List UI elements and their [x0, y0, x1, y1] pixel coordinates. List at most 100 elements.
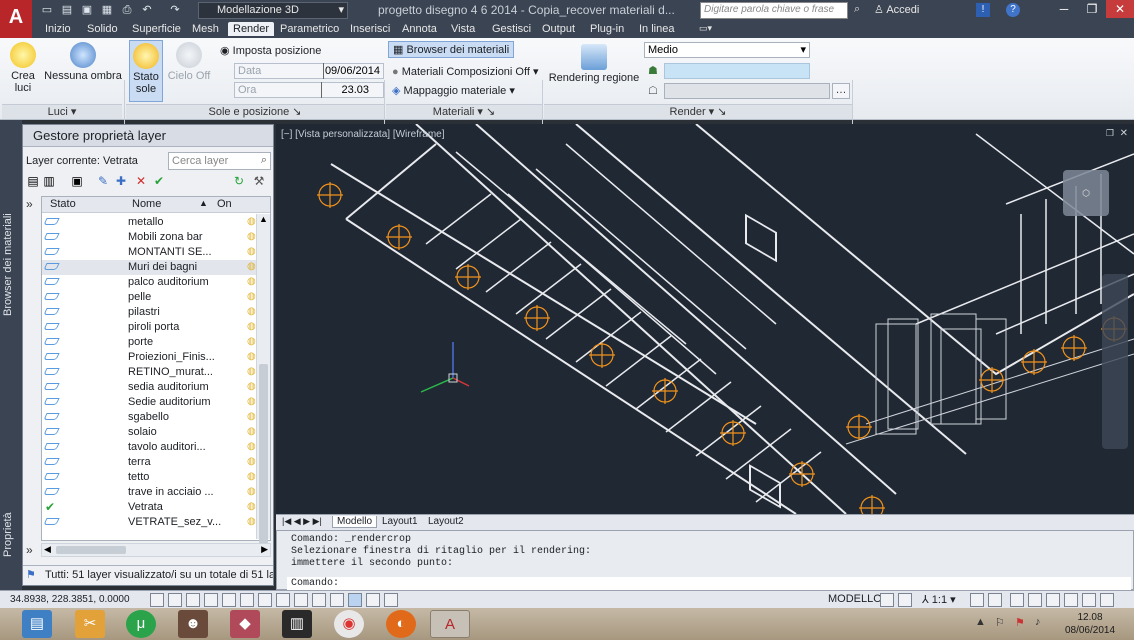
light-bulb-icon[interactable]: ◍	[247, 396, 256, 407]
tab-inizio[interactable]: Inizio	[40, 22, 76, 36]
login-link[interactable]: ♙ Accedi	[874, 3, 919, 16]
new-vp-layer-icon[interactable]: ✚	[114, 174, 128, 188]
layer-state-icon[interactable]	[43, 293, 60, 300]
layer-state-icon[interactable]	[43, 263, 60, 270]
3d-osnap-icon[interactable]	[240, 593, 254, 607]
layer-row[interactable]: terra ◍	[42, 455, 256, 470]
workspace-dropdown[interactable]: Modellazione 3D ▾	[198, 2, 348, 19]
time-slider[interactable]: Ora 23.03	[234, 82, 384, 98]
tray-volume-icon[interactable]: ♪	[1035, 616, 1041, 628]
layer-filter-icon[interactable]: ▥	[42, 174, 56, 188]
light-bulb-icon[interactable]: ◍	[247, 456, 256, 467]
tab-parametrico[interactable]: Parametrico	[275, 22, 344, 36]
sun-location-panel-title[interactable]: Sole e posizione ↘	[126, 104, 384, 119]
restore-button[interactable]: ❐	[1078, 0, 1106, 18]
layer-state-icon[interactable]	[43, 518, 60, 525]
render-region-button[interactable]: Rendering regione	[548, 44, 640, 84]
tab-in-linea[interactable]: In linea	[634, 22, 679, 36]
light-bulb-icon[interactable]: ◍	[247, 366, 256, 377]
render-panel-title[interactable]: Render ▾ ↘	[544, 104, 852, 119]
light-bulb-icon[interactable]: ◍	[247, 486, 256, 497]
tab-inserisci[interactable]: Inserisci	[345, 22, 395, 36]
ducs-icon[interactable]	[276, 593, 290, 607]
ribbon-options-icon[interactable]: ▭▾	[694, 22, 717, 35]
layer-state-icon[interactable]	[43, 473, 60, 480]
layer-state-icon[interactable]	[43, 248, 60, 255]
scrollbar-thumb[interactable]	[259, 364, 268, 544]
workspace-switch-icon[interactable]	[1010, 593, 1024, 607]
command-input[interactable]: Comando:	[287, 577, 1131, 590]
quick-view-layouts-icon[interactable]	[880, 593, 894, 607]
current-layer-check-icon[interactable]: ✔	[45, 500, 55, 514]
layer-row[interactable]: ✔ Vetrata ◍	[42, 500, 256, 515]
layer-state-icon[interactable]	[43, 458, 60, 465]
layer-state-icon[interactable]	[43, 353, 60, 360]
grid-icon[interactable]	[168, 593, 182, 607]
snap-icon[interactable]	[150, 593, 164, 607]
polar-icon[interactable]	[204, 593, 218, 607]
layer-row[interactable]: piroli porta ◍	[42, 320, 256, 335]
light-bulb-icon[interactable]: ◍	[247, 261, 256, 272]
column-on[interactable]: On	[217, 198, 232, 210]
light-bulb-icon[interactable]: ◍	[247, 231, 256, 242]
layer-state-icon[interactable]	[43, 443, 60, 450]
layer-row[interactable]: porte ◍	[42, 335, 256, 350]
column-state[interactable]: Stato	[50, 198, 76, 210]
tab-modello[interactable]: Modello	[332, 516, 378, 528]
utorrent-icon[interactable]: μ	[126, 610, 156, 638]
tab-plugin[interactable]: Plug-in	[585, 22, 629, 36]
light-bulb-icon[interactable]: ◍	[247, 426, 256, 437]
annotation-monitor-icon[interactable]	[384, 593, 398, 607]
viewport-controls-label[interactable]: [−] [Vista personalizzata] [Wireframe]	[281, 129, 445, 140]
close-button[interactable]: ✕	[1106, 0, 1134, 18]
hardware-acceleration-icon[interactable]	[1046, 593, 1060, 607]
quick-view-drawings-icon[interactable]	[898, 593, 912, 607]
tray-flag-icon[interactable]: ⚑	[1015, 616, 1025, 629]
materials-browser-button[interactable]: ▦ Browser dei materiali	[388, 41, 515, 58]
time-slider-handle[interactable]	[321, 82, 322, 98]
light-bulb-icon[interactable]: ◍	[247, 246, 256, 257]
open-file-icon[interactable]: ▤	[60, 3, 74, 17]
tab-gestisci[interactable]: Gestisci	[487, 22, 536, 36]
layer-search-input[interactable]: Cerca layer ⌕	[168, 152, 271, 170]
layer-state-icon[interactable]	[43, 488, 60, 495]
undo-icon[interactable]: ↶	[140, 3, 154, 17]
light-bulb-icon[interactable]: ◍	[247, 216, 256, 227]
drawing-viewport[interactable]: [−] [Vista personalizzata] [Wireframe] ❐…	[276, 124, 1134, 514]
light-bulb-icon[interactable]: ◍	[247, 516, 256, 527]
viewport-restore-icon[interactable]: ❐	[1106, 128, 1114, 139]
lights-panel-title[interactable]: Luci ▾	[2, 104, 122, 119]
layer-row[interactable]: metallo ◍	[42, 215, 256, 230]
layer-row[interactable]: MONTANTI SE... ◍	[42, 245, 256, 260]
lock-icon[interactable]	[1028, 593, 1042, 607]
layer-row[interactable]: trave in acciaio ... ◍	[42, 485, 256, 500]
horizontal-scrollbar[interactable]: ◀ ▶	[41, 543, 271, 557]
new-layer-icon[interactable]: ✎	[96, 174, 110, 188]
wrench-icon[interactable]: ⚒	[252, 174, 266, 188]
model-space-toggle[interactable]: MODELLO	[828, 593, 882, 605]
viewcube[interactable]: ⬡	[1063, 170, 1109, 216]
exchange-icon[interactable]: !	[976, 3, 990, 17]
set-current-icon[interactable]: ✔	[152, 174, 166, 188]
file-explorer-icon[interactable]: ▤	[22, 610, 52, 638]
annotation-visibility-icon[interactable]	[970, 593, 984, 607]
sun-status-button[interactable]: Stato sole	[129, 40, 163, 102]
layer-state-icon[interactable]	[43, 398, 60, 405]
render-quality-select[interactable]: Medio ▾	[644, 42, 810, 58]
coordinates-readout[interactable]: 34.8938, 228.3851, 0.0000	[10, 594, 130, 605]
lineweight-icon[interactable]	[312, 593, 326, 607]
layer-row[interactable]: pelle ◍	[42, 290, 256, 305]
tray-arrow-icon[interactable]: ▲	[975, 616, 986, 628]
autocad-taskbar-icon[interactable]: A	[430, 610, 470, 638]
layer-row[interactable]: tetto ◍	[42, 470, 256, 485]
light-bulb-icon[interactable]: ◍	[247, 381, 256, 392]
render-output-path[interactable]	[664, 83, 830, 99]
layer-state-icon[interactable]	[43, 218, 60, 225]
auto-scale-icon[interactable]	[988, 593, 1002, 607]
osnap-icon[interactable]	[222, 593, 236, 607]
no-shadows-button[interactable]: Nessuna ombra	[44, 42, 122, 82]
layer-row[interactable]: Sedie auditorium ◍	[42, 395, 256, 410]
refresh-icon[interactable]: ↻	[232, 174, 246, 188]
browse-button[interactable]: …	[832, 83, 850, 99]
render-preset-field[interactable]	[664, 63, 810, 79]
